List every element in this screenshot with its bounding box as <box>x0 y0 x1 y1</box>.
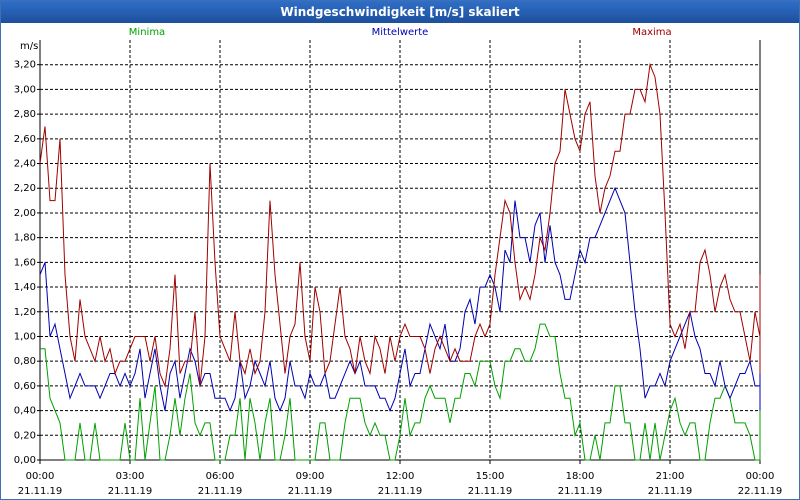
y-tick-label: 1,20 <box>14 307 36 318</box>
wind-speed-chart: 0,00 0,20 0,40 0,60 0,80 1,00 1,20 1,40 1,60 1,80… <box>14 27 783 497</box>
x-tick-time: 15:00 <box>476 471 505 482</box>
x-tick-date: 21.11.19 <box>108 486 153 497</box>
y-tick-label: 0,00 <box>14 455 36 466</box>
y-tick-label: 2,00 <box>14 208 36 219</box>
x-tick-date: 21.11.19 <box>468 486 513 497</box>
y-axis-unit: m/s <box>20 41 38 52</box>
y-tick-label: 1,00 <box>14 331 36 342</box>
legend-maxima: Maxima <box>632 27 671 38</box>
y-tick-label: 3,20 <box>14 60 36 71</box>
x-tick-date: 22.11.19 <box>738 486 783 497</box>
y-tick-label: 0,80 <box>14 356 36 367</box>
x-tick-date: 21.11.19 <box>198 486 243 497</box>
y-tick-label: 0,20 <box>14 430 36 441</box>
y-tick-label: 2,60 <box>14 134 36 145</box>
x-tick-time: 00:00 <box>746 471 775 482</box>
y-tick-labels: 0,00 0,20 0,40 0,60 0,80 1,00 1,20 1,40 1,60 1,80… <box>14 60 36 466</box>
y-tick-label: 1,40 <box>14 282 36 293</box>
x-tick-time: 00:00 <box>26 471 55 482</box>
y-tick-label: 1,80 <box>14 233 36 244</box>
y-tick-label: 2,40 <box>14 159 36 170</box>
legend-minima: Minima <box>129 27 165 38</box>
x-tick-time: 06:00 <box>206 471 235 482</box>
legend: Minima Mittelwerte Maxima <box>129 27 672 38</box>
y-tick-label: 2,20 <box>14 183 36 194</box>
legend-mittelwerte: Mittelwerte <box>372 27 429 38</box>
y-tick-label: 1,60 <box>14 257 36 268</box>
x-tick-time: 09:00 <box>296 471 325 482</box>
y-tick-label: 2,80 <box>14 109 36 120</box>
x-tick-time: 21:00 <box>656 471 685 482</box>
x-tick-time: 18:00 <box>566 471 595 482</box>
x-tick-time: 03:00 <box>116 471 145 482</box>
x-tick-labels: 00:00 21.11.19 03:00 21.11.19 06:00 21.11.19 0… <box>18 471 783 497</box>
x-tick-date: 21.11.19 <box>288 486 333 497</box>
x-tick-date: 21.11.19 <box>378 486 423 497</box>
y-tick-label: 0,40 <box>14 406 36 417</box>
y-tick-label: 0,60 <box>14 381 36 392</box>
x-tick-time: 12:00 <box>386 471 415 482</box>
y-tick-label: 3,00 <box>14 84 36 95</box>
x-tick-date: 21.11.19 <box>558 486 603 497</box>
x-tick-date: 21.11.19 <box>18 486 63 497</box>
x-tick-date: 21.11.19 <box>648 486 693 497</box>
